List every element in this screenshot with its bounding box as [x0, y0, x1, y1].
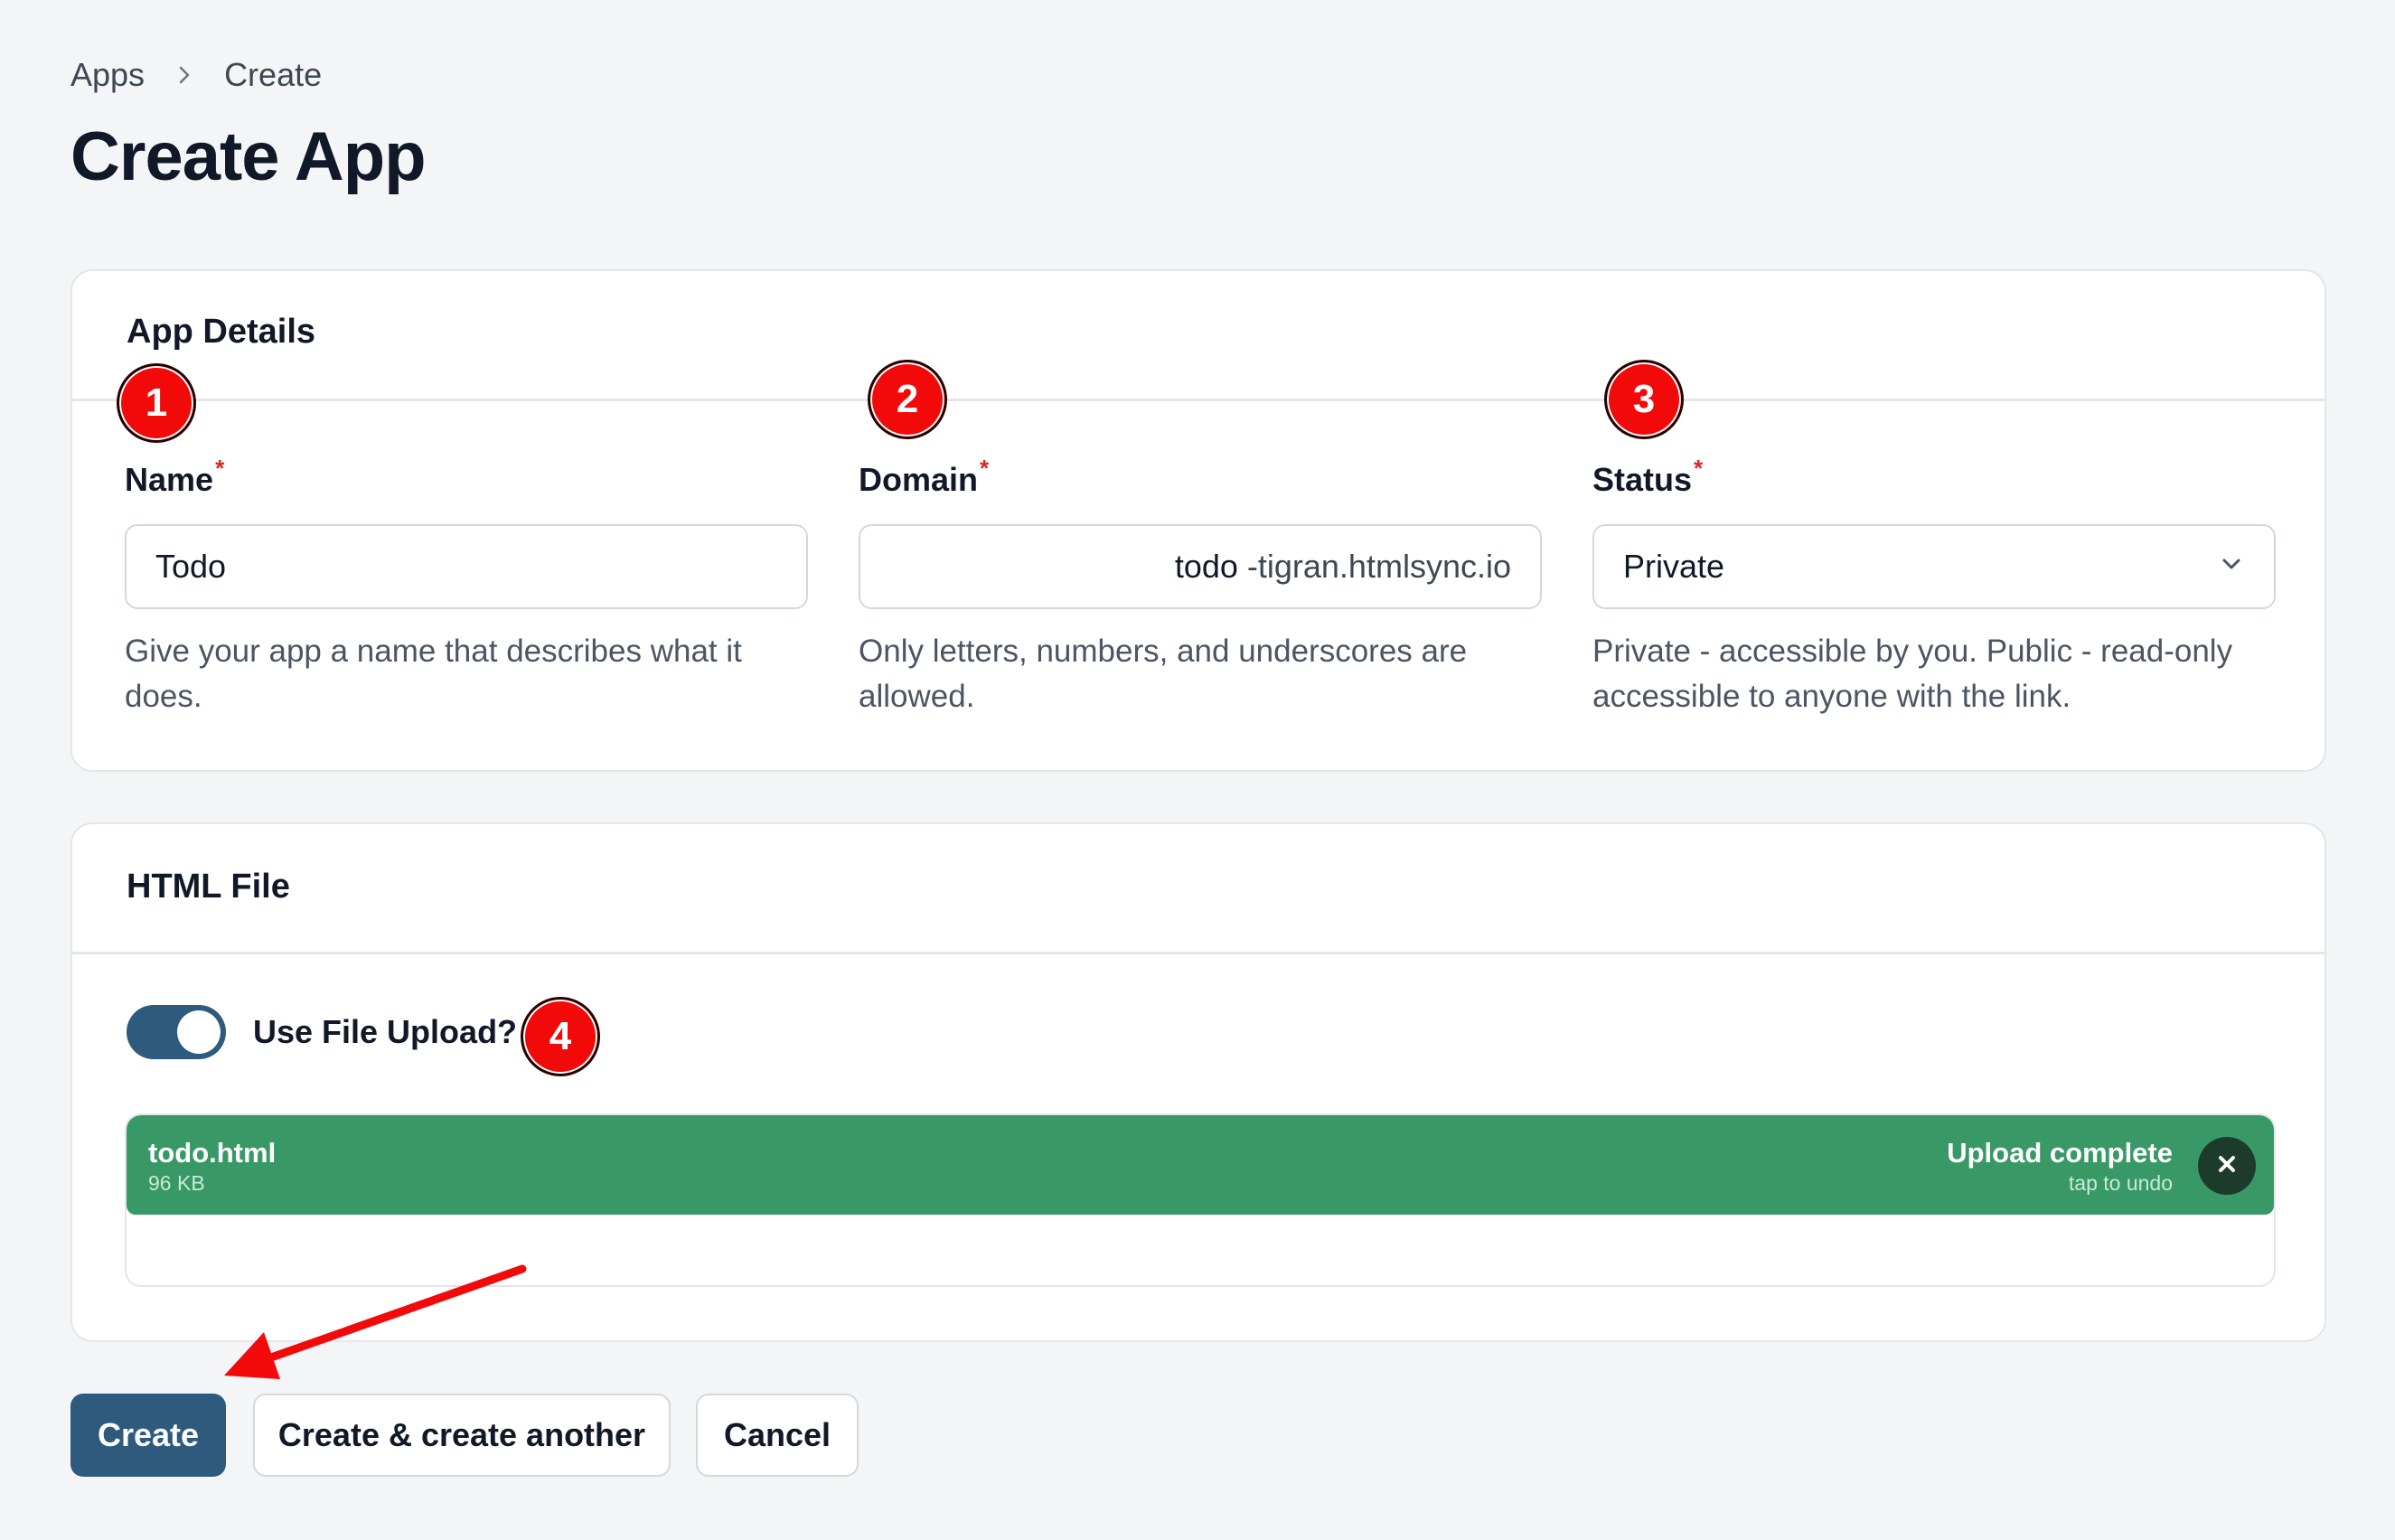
- html-file-header: HTML File: [72, 824, 2325, 954]
- domain-input-value: todo: [1174, 548, 1238, 585]
- required-mark: *: [215, 455, 225, 482]
- name-label: Name*: [125, 455, 225, 498]
- breadcrumb-current: Create: [224, 56, 323, 93]
- name-helper-text: Give your app a name that describes what…: [125, 634, 742, 714]
- annotation-marker-2: 2: [868, 360, 947, 439]
- domain-label: Domain*: [859, 455, 990, 498]
- domain-field: Domain* todo -tigran.htmlsync.io Only le…: [859, 455, 1542, 719]
- page-title: Create App: [70, 118, 427, 195]
- app-details-title: App Details: [127, 313, 316, 351]
- required-mark: *: [980, 455, 990, 482]
- chevron-right-icon: [172, 62, 197, 88]
- domain-suffix: -tigran.htmlsync.io: [1246, 548, 1511, 585]
- use-file-upload-label: Use File Upload?: [253, 1013, 518, 1050]
- annotation-marker-1: 1: [117, 363, 196, 443]
- html-file-card: HTML File Use File Upload? todo.html 96 …: [70, 822, 2326, 1342]
- app-details-header: App Details: [72, 271, 2325, 401]
- status-label: Status*: [1592, 455, 1704, 498]
- status-field: Status* Private Private - accessible by …: [1592, 455, 2276, 719]
- app-details-card: App Details Name* Todo Give your app a n…: [70, 269, 2326, 772]
- breadcrumb: Apps Create: [70, 56, 322, 94]
- cancel-button[interactable]: Cancel: [696, 1394, 859, 1477]
- file-size: 96 KB: [148, 1171, 205, 1195]
- undo-hint[interactable]: tap to undo: [2069, 1171, 2173, 1196]
- close-icon: [2216, 1153, 2238, 1179]
- file-upload-dropzone[interactable]: todo.html 96 KB Upload complete tap to u…: [125, 1113, 2276, 1287]
- file-upload-toggle-row: Use File Upload?: [127, 1005, 517, 1059]
- name-input[interactable]: Todo: [125, 524, 808, 609]
- domain-input[interactable]: todo -tigran.htmlsync.io: [859, 524, 1542, 609]
- status-select[interactable]: Private: [1592, 524, 2276, 609]
- create-app-page: Apps Create Create App App Details Name*…: [0, 0, 2395, 1540]
- uploaded-file-item: todo.html 96 KB Upload complete tap to u…: [127, 1115, 2274, 1215]
- chevron-down-icon: [2218, 548, 2245, 586]
- status-helper-text: Private - accessible by you. Public - re…: [1592, 634, 2233, 714]
- status-select-value: Private: [1623, 548, 1725, 585]
- name-input-value: Todo: [155, 548, 227, 585]
- upload-status: Upload complete: [1947, 1137, 2173, 1169]
- required-mark: *: [1694, 455, 1704, 482]
- annotation-marker-4: 4: [521, 997, 600, 1076]
- name-field: Name* Todo Give your app a name that des…: [125, 455, 808, 719]
- annotation-marker-3: 3: [1604, 360, 1684, 439]
- toggle-knob: [177, 1010, 221, 1054]
- remove-file-button[interactable]: [2198, 1137, 2256, 1195]
- use-file-upload-toggle[interactable]: [127, 1005, 226, 1059]
- file-name: todo.html: [148, 1137, 277, 1169]
- create-another-button[interactable]: Create & create another: [253, 1394, 671, 1477]
- breadcrumb-apps-link[interactable]: Apps: [70, 56, 145, 94]
- create-button[interactable]: Create: [70, 1394, 226, 1477]
- domain-helper-text: Only letters, numbers, and underscores a…: [859, 634, 1468, 714]
- html-file-title: HTML File: [127, 868, 290, 906]
